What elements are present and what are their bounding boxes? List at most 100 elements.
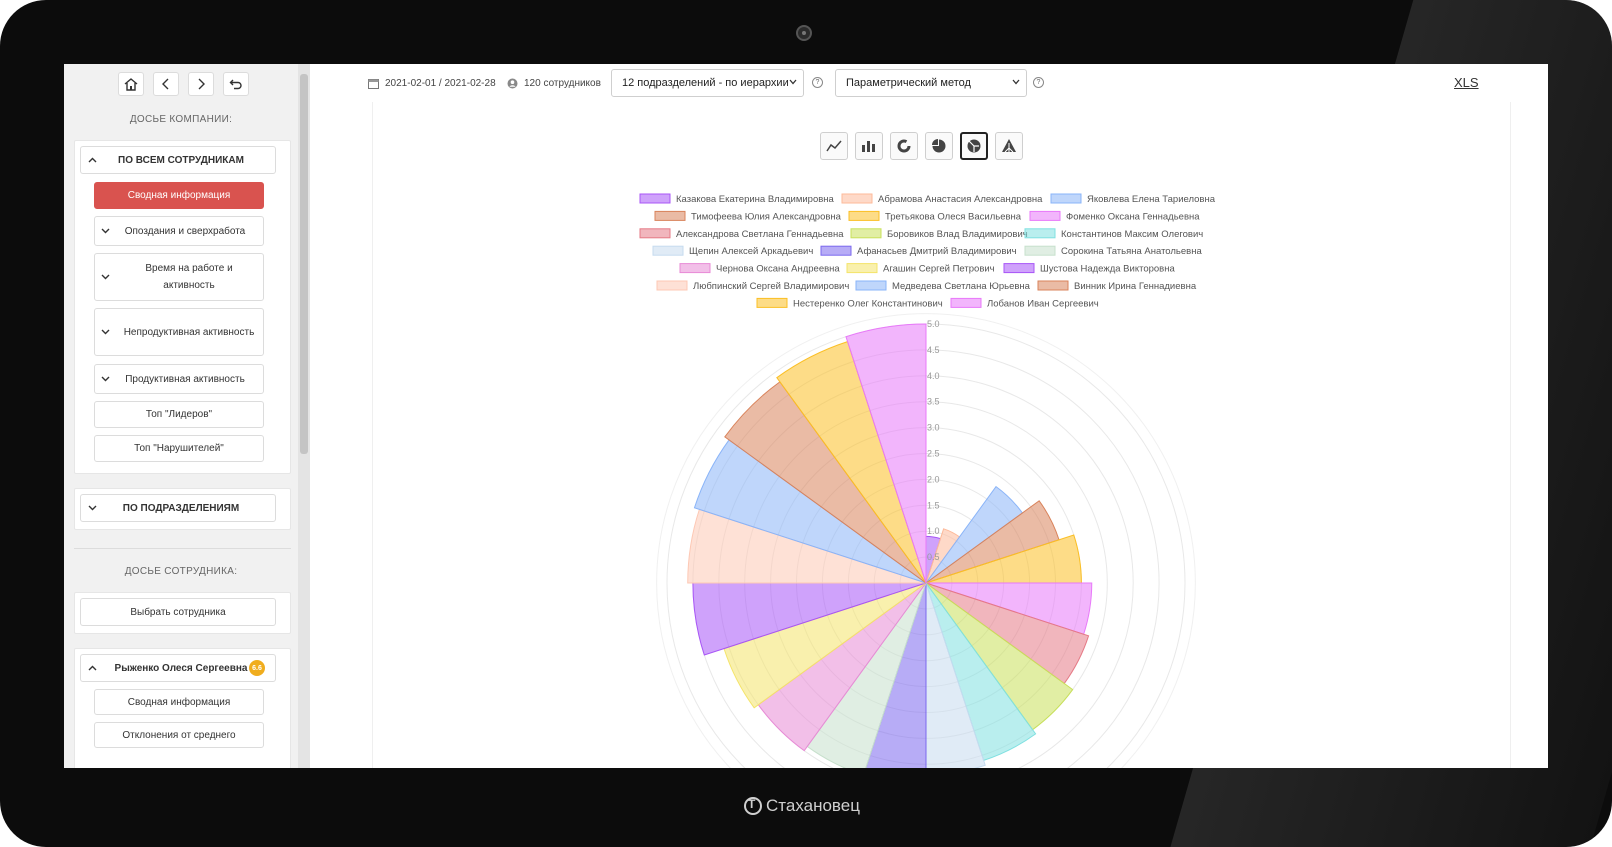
- chevron-down-icon: [1012, 77, 1020, 87]
- chart-r-ticks: 0.5 1.0 1.5 2.0 2.5 3.0 3.5 4.0 4.5 5.0: [927, 319, 940, 562]
- legend-label: Агашин Сергей Петрович: [883, 264, 995, 275]
- legend-item[interactable]: Любпинский Сергей Владимирович: [656, 280, 849, 292]
- company-dossier-title: ДОСЬЕ КОМПАНИИ:: [129, 114, 233, 125]
- legend-label: Лобанов Иван Сергеевич: [987, 298, 1099, 309]
- legend-swatch: [652, 245, 684, 256]
- legend-swatch: [820, 245, 852, 256]
- legend-swatch: [1003, 263, 1035, 274]
- legend-item[interactable]: Сорокина Татьяна Анатольевна: [1024, 245, 1202, 257]
- sidebar-item-label: Сводная информация: [127, 190, 231, 201]
- legend-item[interactable]: Нестеренко Олег Константинович: [756, 297, 943, 309]
- undo-icon: [229, 79, 242, 90]
- sidebar-item-productive[interactable]: Продуктивная активность: [94, 364, 264, 394]
- legend-swatch: [639, 193, 671, 204]
- undo-button[interactable]: [223, 72, 249, 96]
- accordion-all-employees-label: ПО ВСЕМ СОТРУДНИКАМ: [118, 154, 244, 166]
- sidebar-item-summary[interactable]: Сводная информация: [94, 182, 264, 209]
- legend-item[interactable]: Тимофеева Юлия Александровна: [654, 210, 842, 222]
- stakhanovets-logo-icon: [744, 797, 762, 815]
- chevron-down-icon: [95, 223, 115, 240]
- back-button[interactable]: [153, 72, 179, 96]
- legend-label: Любпинский Сергей Владимирович: [693, 281, 849, 292]
- legend-item[interactable]: Яковлева Елена Тариеловна: [1050, 193, 1216, 205]
- r-tick-label: 3.5: [927, 397, 940, 407]
- sidebar-item-top-violators[interactable]: Топ "Нарушителей": [94, 435, 264, 462]
- select-employee-button[interactable]: Выбрать сотрудника: [80, 598, 276, 626]
- departments-select[interactable]: 12 подразделений - по иерархии: [611, 69, 804, 97]
- legend-label: Медведева Светлана Юрьевна: [892, 281, 1031, 292]
- calendar-icon: [368, 78, 379, 89]
- legend-label: Казакова Екатерина Владимировна: [676, 194, 835, 205]
- legend-swatch: [1024, 228, 1056, 239]
- sidebar-item-work-time[interactable]: Время на работе и активность: [94, 253, 264, 301]
- r-tick-label: 1.0: [927, 526, 940, 536]
- legend-item[interactable]: Третьякова Олеся Васильевна: [848, 210, 1022, 222]
- sidebar-item-unproductive[interactable]: Непродуктивная активность: [94, 308, 264, 356]
- camera-icon: [796, 25, 812, 41]
- date-range-text: 2021-02-01 / 2021-02-28: [385, 77, 496, 89]
- legend-swatch: [639, 228, 671, 239]
- legend-label: Александрова Светлана Геннадьевна: [676, 229, 844, 240]
- sidebar-item-top-leaders[interactable]: Топ "Лидеров": [94, 401, 264, 428]
- chevron-down-icon: [95, 371, 115, 388]
- legend-label: Яковлева Елена Тариеловна: [1087, 194, 1216, 205]
- legend-label: Фоменко Оксана Геннадьевна: [1066, 211, 1200, 222]
- legend-label: Константинов Максим Олегович: [1061, 229, 1203, 240]
- sidebar-scrollbar[interactable]: [298, 64, 310, 768]
- r-tick-label: 4.0: [927, 371, 940, 381]
- legend-item[interactable]: Фоменко Оксана Геннадьевна: [1029, 210, 1200, 222]
- legend-label: Нестеренко Олег Константинович: [793, 298, 943, 309]
- legend-item[interactable]: Лобанов Иван Сергеевич: [950, 297, 1099, 309]
- legend-item[interactable]: Афанасьев Дмитрий Владимирович: [820, 245, 1017, 257]
- r-tick-label: 4.5: [927, 345, 940, 355]
- chevron-down-icon: [81, 503, 103, 514]
- legend-item[interactable]: Медведева Светлана Юрьевна: [855, 280, 1031, 292]
- accordion-employee[interactable]: Рыженко Олеся Сергеевна 6.6: [80, 654, 276, 682]
- home-button[interactable]: [118, 72, 144, 96]
- r-tick-label: 3.0: [927, 423, 940, 433]
- chevron-right-icon: [198, 78, 205, 90]
- employee-item-deviations[interactable]: Отклонения от среднего: [94, 722, 264, 748]
- date-range[interactable]: 2021-02-01 / 2021-02-28: [368, 64, 496, 102]
- accordion-by-departments[interactable]: ПО ПОДРАЗДЕЛЕНИЯМ: [80, 494, 276, 522]
- legend-swatch: [848, 210, 880, 221]
- chevron-down-icon: [789, 77, 797, 87]
- chart-slices: [687, 323, 1093, 768]
- home-icon: [124, 78, 138, 91]
- legend-swatch: [654, 210, 686, 221]
- report-content: Казакова Екатерина Владимировна Абрамова …: [310, 102, 1548, 768]
- legend-item[interactable]: Винник Ирина Геннадиевна: [1037, 280, 1197, 292]
- sidebar-scrollbar-thumb[interactable]: [300, 74, 308, 454]
- legend-item[interactable]: Александрова Светлана Геннадьевна: [639, 228, 844, 240]
- legend-item[interactable]: Шустова Надежда Викторовна: [1003, 263, 1175, 275]
- xls-export-link[interactable]: XLS: [1454, 75, 1479, 90]
- legend-item[interactable]: Абрамова Анастасия Александровна: [841, 193, 1043, 205]
- sidebar-item-label: Топ "Нарушителей": [134, 443, 224, 454]
- method-select-value: Параметрический метод: [846, 77, 971, 89]
- employee-item-summary[interactable]: Сводная информация: [94, 689, 264, 715]
- legend-item[interactable]: Чернова Оксана Андреевна: [679, 263, 840, 275]
- legend-label: Тимофеева Юлия Александровна: [691, 211, 842, 222]
- legend-item[interactable]: Щепин Алексей Аркадьевич: [652, 245, 813, 257]
- legend-item[interactable]: Боровиков Влад Владимирович: [850, 228, 1028, 240]
- chevron-down-icon: [95, 269, 115, 286]
- forward-button[interactable]: [188, 72, 214, 96]
- legend-item[interactable]: Константинов Максим Олегович: [1024, 228, 1203, 240]
- polar-area-chart: Казакова Екатерина Владимировна Абрамова …: [639, 193, 1216, 768]
- legend-item[interactable]: Казакова Екатерина Владимировна: [639, 193, 835, 205]
- r-tick-label: 2.5: [927, 449, 940, 459]
- legend-swatch: [841, 193, 873, 204]
- nav-toolbar: [118, 72, 249, 96]
- legend-label: Шустова Надежда Викторовна: [1040, 264, 1175, 275]
- legend-swatch: [850, 228, 882, 239]
- help-icon[interactable]: ?: [1033, 77, 1044, 88]
- method-select[interactable]: Параметрический метод: [835, 69, 1027, 97]
- legend-swatch: [846, 263, 878, 274]
- sidebar-item-lateness[interactable]: Опоздания и сверхработа: [94, 216, 264, 246]
- legend-swatch: [756, 297, 788, 308]
- legend-item[interactable]: Агашин Сергей Петрович: [846, 263, 995, 275]
- brand-logo: Стахановец: [744, 796, 860, 816]
- sidebar-item-label: Непродуктивная активность: [123, 326, 255, 338]
- legend-swatch: [679, 263, 711, 274]
- accordion-all-employees[interactable]: ПО ВСЕМ СОТРУДНИКАМ: [80, 146, 276, 174]
